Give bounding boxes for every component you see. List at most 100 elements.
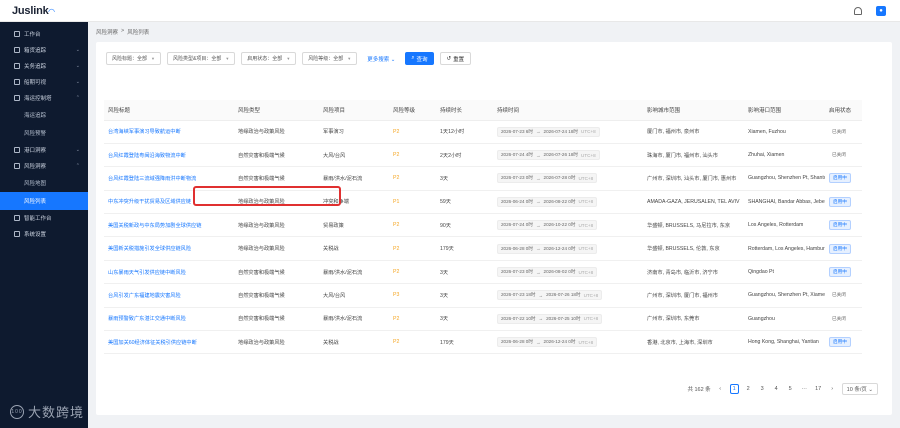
chevron-down-icon: ⌄ bbox=[75, 63, 80, 69]
port-icon bbox=[14, 147, 20, 153]
breadcrumb-parent[interactable]: 风险洞察 bbox=[96, 28, 118, 36]
duration-cell: 3天 bbox=[436, 283, 493, 308]
column-header: 风险项目 bbox=[319, 100, 389, 121]
page-1[interactable]: 1 bbox=[729, 384, 739, 394]
sidebar-item-tower[interactable]: 海运控制塔 ⌃ bbox=[0, 90, 88, 106]
duration-cell: 3天 bbox=[436, 307, 493, 332]
sidebar-item-port[interactable]: 港口洞察 ⌄ bbox=[0, 142, 88, 158]
table-row[interactable]: 山东暴雨天气引发供应链中断风险 自然灾害和极端气候 暴雨/洪水/泥石流 P2 3天 202… bbox=[104, 260, 862, 285]
sidebar-item-customs[interactable]: 关务追踪 ⌄ bbox=[0, 58, 88, 74]
table-row[interactable]: 台风引发广东福建地震灾害风险 自然灾害和极端气候 大风/台风 P3 3天 2026-07-… bbox=[104, 283, 862, 308]
page-4[interactable]: 4 bbox=[772, 384, 781, 394]
risk-title-link[interactable]: 台湾海峡军事演习导致航运中断 bbox=[108, 129, 181, 135]
time-end: 2026-07-26 18时 bbox=[543, 152, 579, 158]
status-badge: 已关闭 bbox=[832, 152, 846, 158]
cities-cell: 香港, 北京市, 上海市, 深圳市 bbox=[643, 330, 744, 355]
sidebar-item-settings[interactable]: 系统设置 bbox=[0, 226, 88, 242]
status-select[interactable]: 启用状态：全部 ▼ bbox=[241, 52, 297, 65]
sidebar-sub-warning[interactable]: 风险预警 bbox=[0, 124, 88, 142]
time-range-cell: 2026-07-23 18时 → 2026-07-26 18时 UTC+8 bbox=[493, 283, 643, 308]
page-17[interactable]: 17 bbox=[814, 384, 823, 394]
risk-title-link[interactable]: 台风红霞登陆粤闽沿海致物流中断 bbox=[108, 153, 186, 159]
query-button[interactable]: ⌕ 查询 bbox=[405, 52, 434, 65]
risk-title-link[interactable]: 台风红霞登陆三流域强降雨洪中断物流 bbox=[108, 176, 196, 182]
page-3[interactable]: 3 bbox=[758, 384, 767, 394]
app-logo[interactable]: Juslink◠ bbox=[0, 5, 88, 17]
cities-cell: 珠海市, 厦门市, 福州市, 汕头市 bbox=[643, 143, 744, 168]
risk-title-link[interactable]: 山东暴雨天气引发供应链中断风险 bbox=[108, 270, 186, 276]
sidebar-item-risk[interactable]: 风险洞察 ⌃ bbox=[0, 158, 88, 174]
risk-level-cell: P2 bbox=[389, 330, 436, 355]
risk-type-select[interactable]: 风险类型&项目：全部 ▼ bbox=[166, 52, 236, 65]
time-range: 2026-07-23 18时 → 2026-07-26 18时 UTC+8 bbox=[497, 290, 603, 301]
timezone-label: UTC+8 bbox=[578, 339, 594, 345]
time-start: 2026-07-23 0时 bbox=[501, 175, 533, 181]
column-header: 影响城市范围 bbox=[643, 100, 744, 121]
chevron-down-icon: ⌄ bbox=[75, 79, 80, 85]
risk-item-cell: 冲突和争端 bbox=[319, 190, 389, 215]
sidebar: 工作台 箱货追踪 ⌄ 关务追踪 ⌄ 船期可视 ⌄ 海运控制塔 ⌃ 海运追踪 风险预警 港… bbox=[0, 22, 88, 428]
total-count: 共 162 条 bbox=[687, 387, 711, 393]
chevron-down-icon: ▼ bbox=[151, 56, 155, 61]
table-row[interactable]: 暴雨预警致广东湛江交通中断风险 自然灾害和极端气候 暴雨/洪水/泥石流 P2 3天 202… bbox=[104, 307, 862, 332]
time-end: 2026-08-22 0时 bbox=[543, 198, 576, 204]
sidebar-sub-risk-map[interactable]: 风险地图 bbox=[0, 174, 88, 192]
time-start: 2026-06-28 0时 bbox=[501, 339, 533, 345]
time-arrow: → bbox=[535, 269, 541, 275]
duration-cell: 3天 bbox=[436, 166, 493, 191]
duration-cell: 2天2小时 bbox=[436, 143, 493, 168]
breadcrumb-separator: > bbox=[121, 28, 125, 34]
risk-title-link[interactable]: 中东冲突升级干扰贸易及区域供应链 bbox=[108, 199, 191, 205]
avatar[interactable]: ● bbox=[876, 5, 886, 16]
page-5[interactable]: 5 bbox=[786, 384, 795, 394]
risk-title-link[interactable]: 美国新关税措施引发全球供应链风险 bbox=[108, 246, 191, 252]
status-cell: 启用中 bbox=[825, 260, 862, 285]
next-page-button[interactable]: › bbox=[828, 384, 837, 394]
page-ellipsis[interactable]: ··· bbox=[800, 384, 809, 394]
time-range: 2026-06-28 0时 → 2026-12-24 0时 UTC+8 bbox=[497, 337, 598, 348]
prev-page-button[interactable]: ‹ bbox=[716, 384, 725, 394]
status-cell: 启用中 bbox=[825, 166, 862, 191]
duration-cell: 179天 bbox=[436, 330, 493, 355]
more-search-link[interactable]: 更多搜索 ⌄ bbox=[363, 55, 399, 63]
risk-title-cell: 台风红霞登陆粤闽沿海致物流中断 bbox=[104, 143, 234, 168]
time-end: 2026-07-24 18时 bbox=[543, 128, 579, 134]
risk-title-cell: 美国新关税措施引发全球供应链风险 bbox=[104, 236, 234, 261]
sidebar-item-smart[interactable]: 智能工作台 bbox=[0, 210, 88, 226]
bell-icon[interactable] bbox=[854, 6, 862, 15]
risk-level-select[interactable]: 风险等级：全部 ▼ bbox=[302, 52, 358, 65]
sidebar-sub-risk-list[interactable]: 风险列表 bbox=[0, 192, 88, 210]
sidebar-item-schedule[interactable]: 船期可视 ⌄ bbox=[0, 74, 88, 90]
status-cell: 启用中 bbox=[825, 213, 862, 238]
page-size-select[interactable]: 10 条/页 ⌄ bbox=[841, 383, 878, 395]
page-2[interactable]: 2 bbox=[744, 384, 753, 394]
column-header: 持续时间 bbox=[493, 100, 643, 121]
table-row[interactable]: 美国关税新政与中东局势加剧全球供应链 地缘政治与政策风险 贸易政策 P2 90天 2026… bbox=[104, 213, 862, 238]
table-row[interactable]: 台风红霞登陆粤闽沿海致物流中断 自然灾害和极端气候 大风/台风 P2 2天2小时 2026… bbox=[104, 143, 862, 168]
risk-title-cell: 暴雨预警致广东湛江交通中断风险 bbox=[104, 307, 234, 332]
search-icon: ⌕ bbox=[411, 55, 415, 61]
table-row[interactable]: 中东冲突升级干扰贸易及区域供应链 地缘政治与政策风险 冲突和争端 P1 59天 2026-… bbox=[104, 190, 862, 215]
logo-mark-icon: 100 bbox=[10, 404, 24, 419]
risk-title-link[interactable]: 台风引发广东福建地震灾害风险 bbox=[108, 293, 181, 299]
sidebar-item-workbench[interactable]: 工作台 bbox=[0, 26, 88, 42]
table-row[interactable]: 台湾海峡军事演习导致航运中断 地缘政治与政策风险 军事演习 P2 1天12小时 2026-… bbox=[104, 120, 862, 144]
time-arrow: → bbox=[535, 175, 541, 181]
cities-cell: 广州市, 深圳市, 厦门市, 福州市 bbox=[643, 283, 744, 308]
sidebar-sub-tracking[interactable]: 海运追踪 bbox=[0, 106, 88, 124]
table-row[interactable]: 台风红霞登陆三流域强降雨洪中断物流 自然灾害和极端气候 暴雨/洪水/泥石流 P2 3天 2… bbox=[104, 166, 862, 191]
risk-title-link[interactable]: 美国关税新政与中东局势加剧全球供应链 bbox=[108, 223, 201, 229]
risk-title-select[interactable]: 风险标题：全部 ▼ bbox=[106, 52, 161, 65]
table-row[interactable]: 美国新关税措施引发全球供应链风险 地缘政治与政策风险 关税战 P2 179天 2026-0… bbox=[104, 236, 862, 261]
risk-title-link[interactable]: 美国加关60经济体征关税引供应链中断 bbox=[108, 340, 197, 346]
reset-button[interactable]: ↺ 重置 bbox=[439, 52, 472, 65]
status-badge: 已关闭 bbox=[832, 128, 846, 134]
duration-cell: 59天 bbox=[436, 190, 493, 215]
status-badge: 启用中 bbox=[829, 196, 851, 207]
column-header: 持续时长 bbox=[436, 100, 493, 121]
risk-type-cell: 地缘政治与政策风险 bbox=[234, 190, 319, 215]
sidebar-item-cargo[interactable]: 箱货追踪 ⌄ bbox=[0, 42, 88, 58]
time-start: 2026-07-23 18时 bbox=[501, 292, 536, 298]
risk-title-link[interactable]: 暴雨预警致广东湛江交通中断风险 bbox=[108, 316, 186, 322]
table-row[interactable]: 美国加关60经济体征关税引供应链中断 地缘政治与政策风险 关税战 P2 179天 2026… bbox=[104, 330, 862, 355]
